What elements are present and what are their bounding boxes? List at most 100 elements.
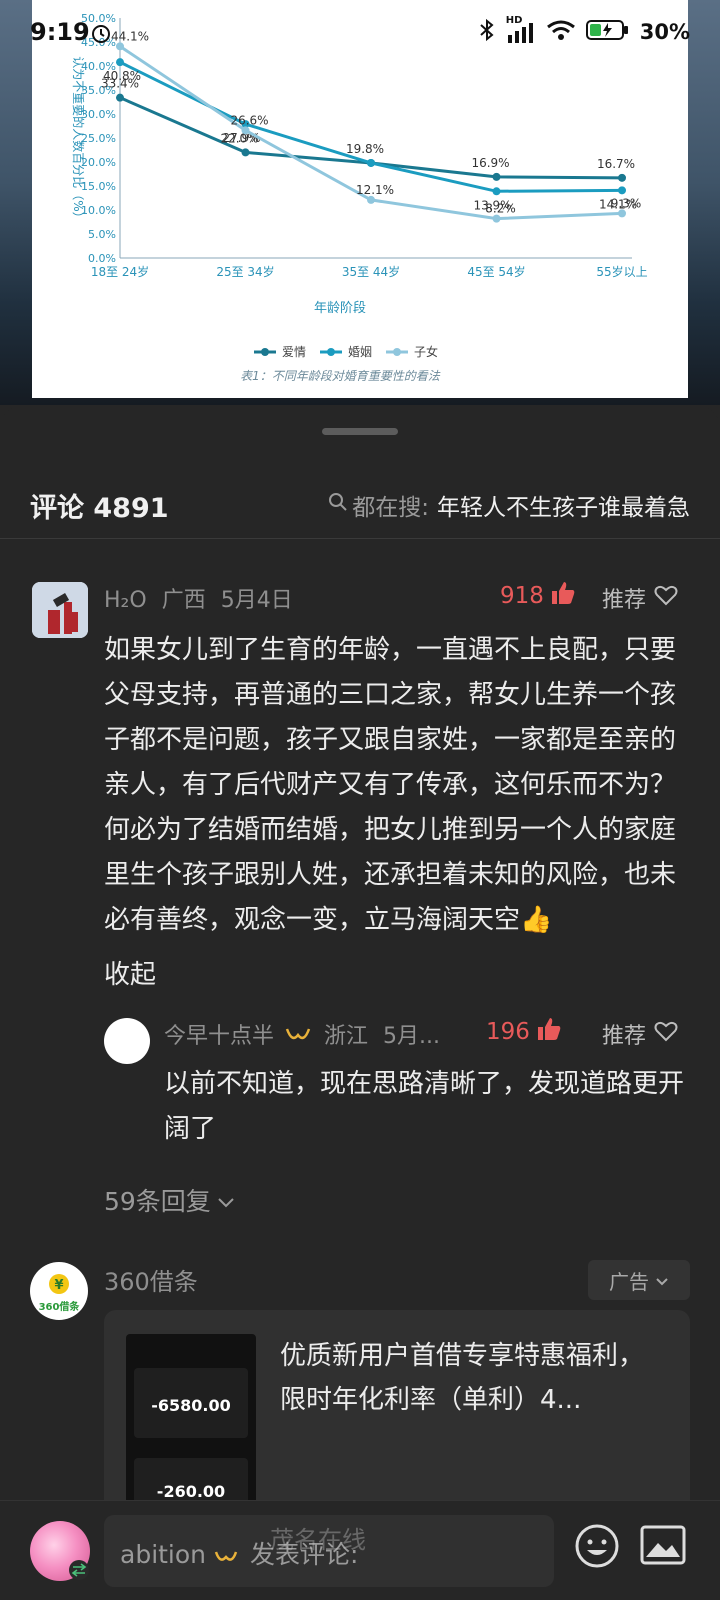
x-tick-label: 45至 54岁 [467, 264, 525, 279]
data-label: 12.1% [356, 183, 394, 197]
data-point [618, 173, 626, 182]
x-tick-label: 55岁以上 [596, 264, 647, 279]
vip-icon [285, 1025, 311, 1050]
series-line-1 [119, 60, 623, 193]
y-axis-label: 认为不重要的人数百分比（%） [71, 56, 86, 223]
search-term[interactable]: 年轻人不生孩子谁最着急 [437, 488, 690, 522]
comment-region: 广西 [161, 588, 206, 613]
search-suggestion[interactable]: 都在搜: 年轻人不生孩子谁最着急 [328, 488, 690, 522]
svg-text:¥: ¥ [54, 1278, 63, 1293]
y-tick-label: 10.0% [81, 204, 116, 217]
ad-logo-text: 360借条 [38, 1302, 80, 1313]
divider [0, 538, 720, 539]
thumbs-up-icon [550, 580, 576, 612]
wifi-icon [546, 19, 576, 45]
alarm-icon [90, 22, 112, 48]
data-point [241, 126, 250, 135]
more-replies-button[interactable]: 59条回复 [104, 1182, 235, 1218]
data-label: 16.9% [471, 156, 509, 170]
reply-avatar[interactable] [104, 1018, 150, 1064]
data-point [492, 214, 501, 223]
search-icon [328, 492, 348, 518]
ad-name[interactable]: 360借条 [104, 1262, 198, 1297]
x-axis-label: 年龄阶段 [314, 301, 366, 316]
battery-percent: 30% [639, 20, 690, 44]
data-point [618, 186, 626, 195]
status-bar: 9:19 HD 30% [0, 14, 720, 54]
signal-icon: HD [506, 15, 536, 43]
comment-sheet: 评论 4891 都在搜: 年轻人不生孩子谁最着急 H₂O 广西 5月4日 918… [0, 406, 720, 1600]
data-label: 26.6% [230, 113, 268, 127]
recommend-label: 推荐 [602, 588, 647, 613]
legend-marker [393, 348, 401, 356]
x-tick-label: 18至 24岁 [91, 264, 149, 279]
search-prefix: 都在搜: [352, 495, 429, 521]
chart-caption: 表1：不同年龄段对婚育重要性的看法 [240, 369, 441, 383]
emoji-icon[interactable] [574, 1523, 620, 1573]
line-chart: 0.0%5.0%10.0%15.0%20.0%25.0%30.0%35.0%40… [71, 12, 648, 383]
data-point [618, 209, 626, 218]
recommend-label: 推荐 [602, 1024, 647, 1049]
chevron-down-icon [655, 1268, 669, 1292]
ad-badge[interactable]: 广告 [588, 1260, 690, 1300]
comment-count: 评论 4891 [30, 493, 169, 524]
heart-icon [654, 584, 678, 612]
battery-icon [585, 19, 630, 45]
legend-marker [261, 348, 269, 356]
chevron-down-icon [217, 1186, 235, 1215]
y-tick-label: 25.0% [81, 132, 116, 145]
vip-icon [214, 1542, 238, 1571]
data-point [116, 58, 124, 67]
user-avatar[interactable] [30, 1521, 90, 1581]
comments-header: 评论 4891 都在搜: 年轻人不生孩子谁最着急 [0, 466, 720, 546]
reply-recommend-button[interactable]: 推荐 [602, 1018, 678, 1050]
legend-marker [327, 348, 335, 356]
comment-username[interactable]: H₂O [104, 588, 147, 613]
data-point [116, 93, 124, 102]
y-tick-label: 0.0% [88, 252, 116, 265]
comment-recommend-button[interactable]: 推荐 [602, 582, 678, 614]
legend-label: 婚姻 [348, 344, 372, 359]
data-point [241, 148, 250, 157]
collapse-button[interactable]: 收起 [104, 954, 156, 991]
reply-meta: 今早十点半 浙江 5月... [164, 1018, 440, 1050]
image-icon[interactable] [640, 1525, 686, 1569]
drag-handle[interactable] [322, 428, 398, 435]
reply-like-button[interactable]: 196 [486, 1016, 562, 1048]
data-label: 8.2% [485, 202, 516, 216]
bluetooth-icon [478, 18, 496, 46]
y-tick-label: 5.0% [88, 228, 116, 241]
network-label: HD [505, 15, 523, 26]
data-label: 19.8% [346, 142, 384, 156]
chart-image[interactable]: 0.0% 5.0% 10.0% 15.0% 20.0% 25.0% 30.0% 35.0% 40… [32, 0, 688, 398]
heart-icon [654, 1020, 678, 1048]
ad-badge-label: 广告 [609, 1269, 649, 1294]
comment-avatar[interactable] [32, 582, 88, 638]
y-tick-label: 30.0% [81, 108, 116, 121]
thumb-amount: -6580.00 [151, 1396, 231, 1415]
comment-date: 5月4日 [220, 588, 293, 613]
data-label: 9.3% [611, 196, 642, 210]
reply-text: 以前不知道，现在思路清晰了，发现道路更开阔了 [164, 1069, 685, 1144]
watermark-text: 茂名在线 [270, 1526, 366, 1554]
data-point [492, 187, 501, 196]
like-count: 918 [500, 583, 544, 609]
data-label: 16.7% [597, 157, 635, 171]
ad-logo[interactable]: ¥ 360借条 [30, 1262, 88, 1320]
status-time: 9:19 [30, 18, 90, 46]
thumb-amount: -260.00 [156, 1482, 226, 1501]
watermark: 茂名在线 [270, 1520, 366, 1555]
data-point [367, 158, 375, 167]
y-tick-label: 20.0% [81, 156, 116, 169]
data-label: 27.9% [222, 131, 260, 145]
x-tick-label: 35至 44岁 [342, 264, 400, 279]
comment-like-button[interactable]: 918 [500, 580, 576, 612]
reply-username[interactable]: 今早十点半 [164, 1024, 274, 1049]
ad-card[interactable]: -6580.00 -260.00 优质新用户首借专享特惠福利，限时年化利率（单利… [104, 1310, 690, 1510]
ad-title: 优质新用户首借专享特惠福利，限时年化利率（单利）4... [280, 1341, 645, 1415]
reply-region: 浙江 [324, 1024, 369, 1049]
comment-text: 如果女儿到了生育的年龄，一直遇不上良配，只要父母支持，再普通的三口之家，帮女儿生… [104, 635, 677, 935]
thumbs-up-icon [536, 1016, 562, 1048]
data-point [367, 195, 375, 204]
legend-label: 爱情 [282, 345, 306, 359]
